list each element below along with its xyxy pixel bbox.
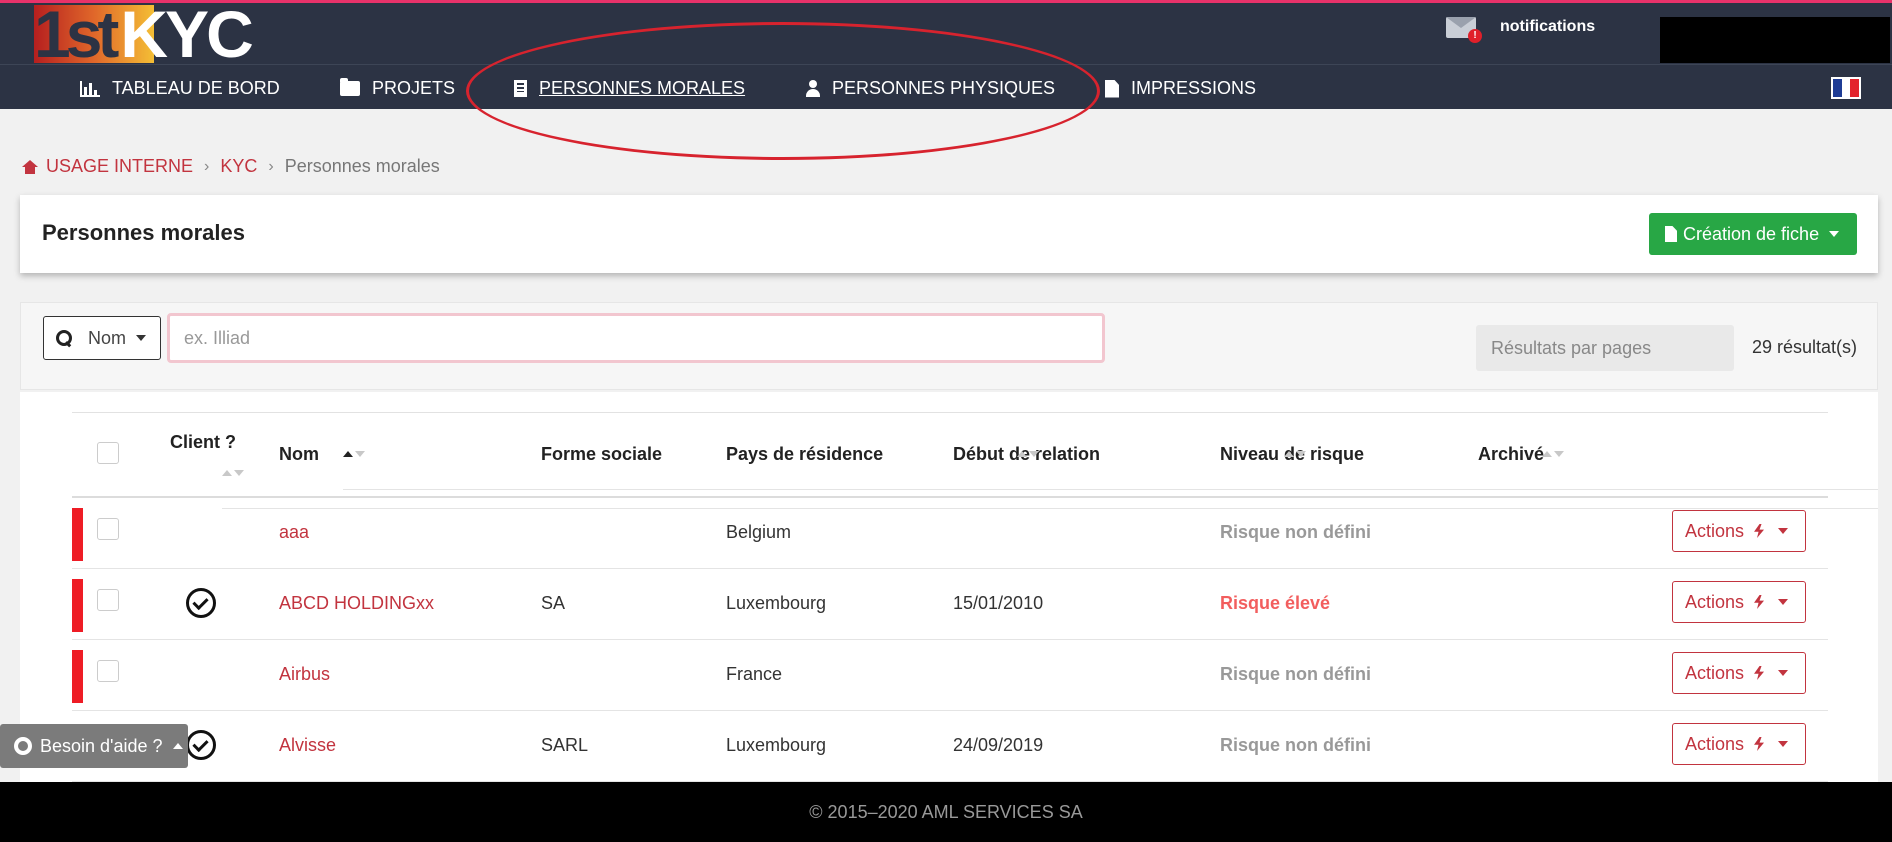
row-forme: SARL	[541, 735, 589, 755]
logo-kyc: KYC	[120, 0, 253, 71]
chevron-down-icon	[136, 335, 147, 341]
sort-icon	[1542, 419, 1878, 490]
breadcrumb-kyc[interactable]: KYC	[220, 156, 257, 177]
results-count: 29 résultat(s)	[1752, 337, 1858, 357]
breadcrumb-current: Personnes morales	[284, 156, 440, 176]
search-field-value: Nom	[88, 327, 127, 348]
nav-personnes-morales[interactable]: PERSONNES MORALES	[514, 78, 745, 99]
row-debut: 24/09/2019	[953, 735, 1044, 755]
create-record-label: Création de fiche	[1683, 223, 1820, 244]
search-field-select[interactable]: Nom	[43, 316, 161, 360]
filter-bar: Nom Résultats par pages 29 résultat(s)	[20, 302, 1878, 390]
logo[interactable]: 1st KYC	[34, 0, 254, 71]
copyright-text: © 2015–2020 AML SERVICES SA	[809, 801, 1083, 822]
file-icon	[1105, 79, 1119, 98]
row-debut: 15/01/2010	[953, 593, 1044, 613]
nav-tableau-de-bord[interactable]: TABLEAU DE BORD	[80, 78, 280, 99]
row-checkbox[interactable]	[97, 660, 119, 682]
nav-personnes-physiques[interactable]: PERSONNES PHYSIQUES	[806, 78, 1055, 99]
row-risk: Risque non défini	[1220, 522, 1371, 542]
search-icon	[56, 330, 72, 346]
results-per-page-select[interactable]: Résultats par pages	[1476, 325, 1734, 371]
table-row: ABCD HOLDINGxx SA Luxembourg 15/01/2010 …	[72, 569, 1828, 640]
bolt-icon	[1754, 737, 1765, 751]
french-flag-icon[interactable]	[1831, 77, 1861, 99]
envelope-icon: !	[1446, 15, 1482, 43]
nav-projets[interactable]: PROJETS	[340, 78, 455, 99]
actions-button[interactable]: Actions	[1672, 723, 1806, 765]
user-icon	[806, 80, 820, 97]
notifications-link[interactable]: ! notifications	[1446, 15, 1596, 43]
column-debut-relation[interactable]: Début de relation	[953, 444, 1878, 490]
file-icon	[1665, 226, 1677, 242]
select-all-checkbox[interactable]	[97, 442, 119, 464]
main-nav: TABLEAU DE BORD PROJETS PERSONNES MORALE…	[0, 65, 1892, 111]
lifebuoy-icon	[14, 737, 32, 755]
row-pays: Luxembourg	[726, 735, 827, 755]
help-label: Besoin d'aide ?	[40, 735, 163, 756]
actions-button[interactable]: Actions	[1672, 510, 1806, 552]
chevron-down-icon	[1778, 741, 1789, 747]
home-icon	[22, 159, 38, 174]
column-forme-sociale: Forme sociale	[541, 444, 663, 464]
row-pays: France	[726, 664, 783, 684]
check-circle-icon	[186, 730, 216, 760]
column-nom[interactable]: Nom	[279, 444, 1878, 490]
actions-button[interactable]: Actions	[1672, 581, 1806, 623]
table-row: Alvisse SARL Luxembourg 24/09/2019 Risqu…	[72, 711, 1828, 782]
breadcrumb-usage-interne[interactable]: USAGE INTERNE	[46, 156, 193, 177]
row-flag	[72, 508, 83, 561]
top-header: 1st KYC ! notifications TABLEAU DE BORD …	[0, 0, 1892, 109]
notification-badge: !	[1468, 29, 1482, 43]
breadcrumb-separator: ›	[204, 157, 210, 175]
notifications-label: notifications	[1500, 18, 1596, 35]
row-risk: Risque élevé	[1220, 593, 1331, 613]
column-pays: Pays de résidence	[726, 444, 884, 464]
chevron-up-icon	[172, 743, 183, 749]
nav-impressions[interactable]: IMPRESSIONS	[1105, 78, 1256, 99]
results-table: Client ? Nom Forme sociale Pays de résid…	[20, 392, 1878, 782]
bar-chart-icon	[80, 80, 100, 97]
row-flag	[72, 579, 83, 632]
column-niveau-risque[interactable]: Niveau de risque	[1220, 444, 1878, 490]
table-top-border	[72, 412, 1828, 413]
row-flag	[72, 650, 83, 703]
table-row: aaa Belgium Risque non défini Actions	[72, 498, 1828, 569]
user-menu-redacted[interactable]	[1660, 17, 1890, 63]
actions-button[interactable]: Actions	[1672, 652, 1806, 694]
breadcrumb-separator: ›	[268, 157, 274, 175]
check-circle-icon	[186, 588, 216, 618]
row-pays: Belgium	[726, 522, 792, 542]
table-row: Airbus France Risque non défini Actions	[72, 640, 1828, 711]
row-checkbox[interactable]	[97, 518, 119, 540]
row-pays: Luxembourg	[726, 593, 827, 613]
row-name-link[interactable]: Alvisse	[279, 735, 336, 756]
row-name-link[interactable]: Airbus	[279, 664, 330, 685]
row-risk: Risque non défini	[1220, 735, 1371, 755]
folder-open-icon	[340, 78, 360, 96]
column-client[interactable]: Client ?	[170, 432, 1878, 509]
bolt-icon	[1754, 524, 1765, 538]
create-record-button[interactable]: Création de fiche	[1649, 213, 1857, 255]
bolt-icon	[1754, 595, 1765, 609]
page-header-card: Personnes morales Création de fiche	[20, 195, 1878, 273]
chevron-down-icon	[1778, 670, 1789, 676]
logo-1st: 1st	[34, 0, 119, 71]
row-risk: Risque non défini	[1220, 664, 1371, 684]
footer: © 2015–2020 AML SERVICES SA	[0, 782, 1892, 842]
building-icon	[514, 80, 527, 97]
page-title: Personnes morales	[42, 220, 245, 245]
column-archive[interactable]: Archivé	[1478, 444, 1878, 490]
breadcrumb: USAGE INTERNE › KYC › Personnes morales	[22, 156, 440, 177]
help-button[interactable]: Besoin d'aide ?	[0, 724, 188, 768]
chevron-down-icon	[1829, 231, 1840, 237]
row-checkbox[interactable]	[97, 589, 119, 611]
chevron-down-icon	[1778, 528, 1789, 534]
chevron-down-icon	[1778, 599, 1789, 605]
row-name-link[interactable]: ABCD HOLDINGxx	[279, 593, 434, 614]
search-input[interactable]	[167, 313, 1105, 363]
bolt-icon	[1754, 666, 1765, 680]
row-forme: SA	[541, 593, 566, 613]
row-name-link[interactable]: aaa	[279, 522, 309, 543]
